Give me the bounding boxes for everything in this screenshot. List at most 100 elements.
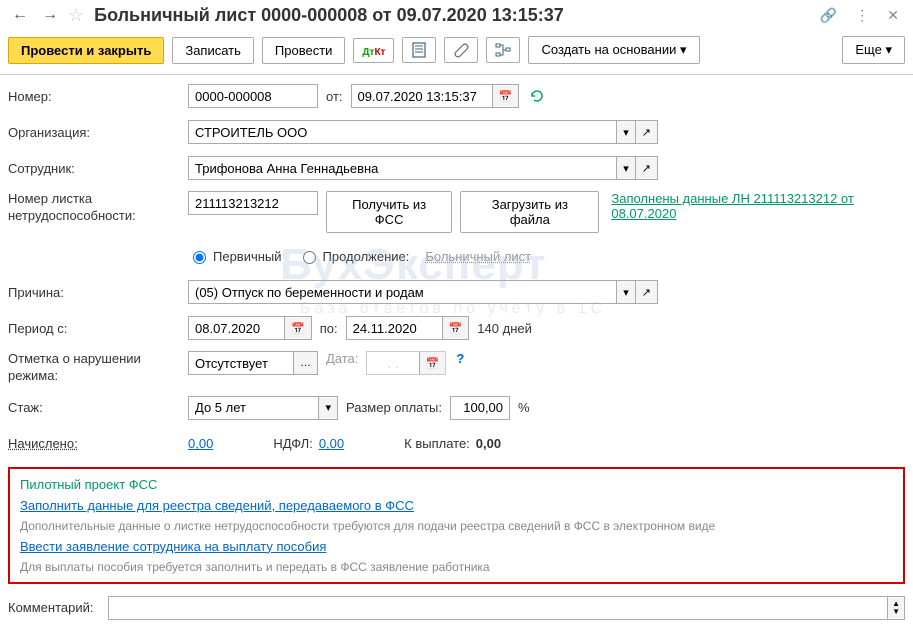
open-button[interactable]: ↗ <box>635 121 657 143</box>
label-from: от: <box>318 89 351 104</box>
violation-field[interactable]: … <box>188 351 318 375</box>
sheet-number-input[interactable] <box>188 191 318 215</box>
label-employee: Сотрудник: <box>8 161 188 176</box>
close-icon[interactable]: ✕ <box>881 5 905 26</box>
reason-field[interactable]: ▾ ↗ <box>188 280 658 304</box>
write-button[interactable]: Записать <box>172 37 254 64</box>
toolbar: Провести и закрыть Записать Провести ДтК… <box>0 30 913 75</box>
paperclip-icon <box>453 42 469 58</box>
radio-primary-input[interactable] <box>193 251 206 264</box>
pay-rate-input[interactable] <box>450 396 510 420</box>
experience-input[interactable] <box>189 397 318 419</box>
arrow-cycle-icon <box>529 88 545 104</box>
period-to-input[interactable] <box>347 317 442 339</box>
comment-input[interactable] <box>109 597 887 619</box>
label-ndfl: НДФЛ: <box>213 436 313 451</box>
document-lines-icon <box>411 42 427 58</box>
accrued-link[interactable]: 0,00 <box>188 436 213 451</box>
document-icon-button[interactable] <box>402 37 436 64</box>
date-input[interactable] <box>352 85 492 107</box>
chevron-down-icon: ▾ <box>680 42 687 57</box>
label-period-from: Период с: <box>8 321 188 336</box>
more-button[interactable]: Еще ▾ <box>842 36 905 64</box>
fss-pilot-box: Пилотный проект ФСС Заполнить данные для… <box>8 467 905 584</box>
calendar-button[interactable]: 📅 <box>492 85 519 107</box>
tree-icon <box>495 42 511 58</box>
label-violation: Отметка о нарушении режима: <box>8 351 188 385</box>
days-value: 140 дней <box>469 321 540 336</box>
dropdown-button[interactable]: ▾ <box>318 397 337 419</box>
violation-input[interactable] <box>189 352 293 374</box>
dropdown-button[interactable]: ▾ <box>616 121 635 143</box>
create-based-button[interactable]: Создать на основании ▾ <box>528 36 699 64</box>
percent-sign: % <box>510 400 538 415</box>
load-from-file-button[interactable]: Загрузить из файлa <box>460 191 599 233</box>
comment-field[interactable]: ▲▼ <box>108 596 905 620</box>
radio-continuation-input[interactable] <box>303 251 316 264</box>
organization-field[interactable]: ▾ ↗ <box>188 120 658 144</box>
fss-fill-registry-link[interactable]: Заполнить данные для реестра сведений, п… <box>20 498 414 513</box>
title-bar: ← → ☆ Больничный лист 0000-000008 от 09.… <box>0 0 913 30</box>
period-from-field[interactable]: 📅 <box>188 316 312 340</box>
label-to-pay: К выплате: <box>344 436 470 451</box>
label-number: Номер: <box>8 89 188 104</box>
period-to-field[interactable]: 📅 <box>346 316 470 340</box>
fss-enter-statement-link[interactable]: Ввести заявление сотрудника на выплату п… <box>20 539 326 554</box>
label-pay-rate: Размер оплаты: <box>338 400 450 415</box>
experience-field[interactable]: ▾ <box>188 396 338 420</box>
period-from-input[interactable] <box>189 317 284 339</box>
get-from-fss-button[interactable]: Получить из ФСС <box>326 191 452 233</box>
label-sheet-number: Номер листка нетрудоспособности: <box>8 191 188 225</box>
radio-primary[interactable]: Первичный <box>188 248 282 264</box>
help-icon[interactable]: ? <box>446 351 464 366</box>
label-violation-date: Дата: <box>318 351 366 366</box>
calendar-button[interactable]: 📅 <box>284 317 311 339</box>
dtkt-button[interactable]: ДтКт <box>353 38 394 63</box>
organization-input[interactable] <box>189 121 616 143</box>
label-organization: Организация: <box>8 125 188 140</box>
page-title: Больничный лист 0000-000008 от 09.07.202… <box>90 5 808 26</box>
number-input[interactable] <box>188 84 318 108</box>
post-and-close-button[interactable]: Провести и закрыть <box>8 37 164 64</box>
dropdown-button[interactable]: ▾ <box>616 157 635 179</box>
type-radio-group: Первичный Продолжение: Больничный лист <box>188 248 531 264</box>
spinner-up[interactable]: ▲▼ <box>887 597 904 619</box>
violation-date-input[interactable] <box>367 352 418 374</box>
violation-date-field[interactable]: 📅 <box>366 351 446 375</box>
calendar-button[interactable]: 📅 <box>442 317 469 339</box>
refresh-icon[interactable] <box>519 88 545 105</box>
employee-input[interactable] <box>189 157 616 179</box>
label-comment: Комментарий: <box>8 600 108 615</box>
ln-filled-link[interactable]: Заполнены данные ЛН 211113213212 от 08.0… <box>611 191 905 221</box>
structure-button[interactable] <box>486 37 520 64</box>
to-pay-value: 0,00 <box>470 436 501 451</box>
chevron-down-icon: ▾ <box>885 42 892 57</box>
back-button[interactable]: ← <box>8 4 32 26</box>
fss-note-1: Дополнительные данные о листке нетрудосп… <box>20 519 893 533</box>
open-button[interactable]: ↗ <box>635 281 657 303</box>
attachment-button[interactable] <box>444 37 478 64</box>
star-icon[interactable]: ☆ <box>68 5 84 26</box>
label-reason: Причина: <box>8 285 188 300</box>
sick-sheet-disabled-link: Больничный лист <box>425 249 531 264</box>
post-button[interactable]: Провести <box>262 37 346 64</box>
link-icon[interactable]: 🔗 <box>814 5 843 26</box>
open-button[interactable]: ↗ <box>635 157 657 179</box>
ellipsis-button[interactable]: … <box>293 352 317 374</box>
forward-button[interactable]: → <box>38 4 62 26</box>
ndfl-link[interactable]: 0,00 <box>313 436 344 451</box>
employee-field[interactable]: ▾ ↗ <box>188 156 658 180</box>
label-experience: Стаж: <box>8 400 188 415</box>
radio-continuation[interactable]: Продолжение: <box>298 248 410 264</box>
label-accrued: Начислено: <box>8 436 188 451</box>
calendar-button[interactable]: 📅 <box>419 352 446 374</box>
fss-title: Пилотный проект ФСС <box>20 477 893 492</box>
form-body: Номер: от: 📅 Организация: ▾ ↗ Сотрудник:… <box>0 75 913 457</box>
fss-note-2: Для выплаты пособия требуется заполнить … <box>20 560 893 574</box>
kebab-icon[interactable]: ⋮ <box>849 5 875 26</box>
comment-row: Комментарий: ▲▼ <box>0 592 913 628</box>
date-field[interactable]: 📅 <box>351 84 520 108</box>
label-period-to: по: <box>312 321 346 336</box>
dropdown-button[interactable]: ▾ <box>616 281 635 303</box>
reason-input[interactable] <box>189 281 616 303</box>
